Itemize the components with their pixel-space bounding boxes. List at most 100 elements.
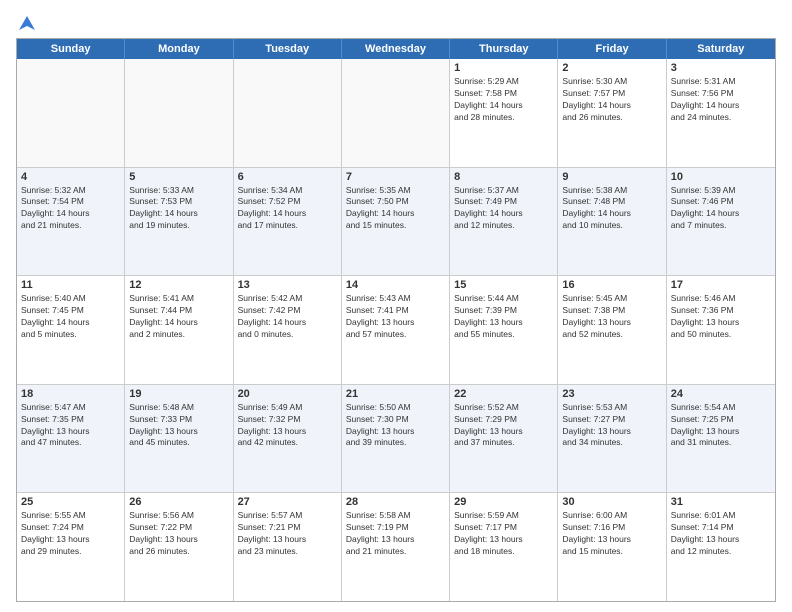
day-info: Sunrise: 5:32 AM Sunset: 7:54 PM Dayligh… — [21, 185, 120, 233]
day-cell-4: 4 Sunrise: 5:32 AM Sunset: 7:54 PM Daylig… — [17, 168, 125, 276]
day-cell-2: 2 Sunrise: 5:30 AM Sunset: 7:57 PM Daylig… — [558, 59, 666, 167]
day-cell-17: 17 Sunrise: 5:46 AM Sunset: 7:36 PM Dayli… — [667, 276, 775, 384]
calendar-header: SundayMondayTuesdayWednesdayThursdayFrid… — [17, 39, 775, 59]
day-info: Sunrise: 5:40 AM Sunset: 7:45 PM Dayligh… — [21, 293, 120, 341]
day-number: 29 — [454, 496, 553, 508]
day-number: 13 — [238, 279, 337, 291]
header-day-sunday: Sunday — [17, 39, 125, 59]
header-day-monday: Monday — [125, 39, 233, 59]
day-cell-18: 18Sunrise: 5:47 AM Sunset: 7:35 PM Dayli… — [17, 385, 125, 493]
day-cell-27: 27Sunrise: 5:57 AM Sunset: 7:21 PM Dayli… — [234, 493, 342, 601]
day-number: 6 — [238, 171, 337, 183]
day-info: Sunrise: 5:47 AM Sunset: 7:35 PM Dayligh… — [21, 402, 120, 450]
day-number: 7 — [346, 171, 445, 183]
header-day-wednesday: Wednesday — [342, 39, 450, 59]
day-info: Sunrise: 5:46 AM Sunset: 7:36 PM Dayligh… — [671, 293, 771, 341]
day-number: 15 — [454, 279, 553, 291]
day-info: Sunrise: 5:52 AM Sunset: 7:29 PM Dayligh… — [454, 402, 553, 450]
day-number: 31 — [671, 496, 771, 508]
day-cell-13: 13 Sunrise: 5:42 AM Sunset: 7:42 PM Dayli… — [234, 276, 342, 384]
day-cell-11: 11 Sunrise: 5:40 AM Sunset: 7:45 PM Dayli… — [17, 276, 125, 384]
page: SundayMondayTuesdayWednesdayThursdayFrid… — [0, 0, 792, 612]
logo — [16, 16, 37, 30]
day-cell-20: 20 Sunrise: 5:49 AM Sunset: 7:32 PM Dayli… — [234, 385, 342, 493]
header-day-saturday: Saturday — [667, 39, 775, 59]
day-cell-5: 5 Sunrise: 5:33 AM Sunset: 7:53 PM Daylig… — [125, 168, 233, 276]
day-info: Sunrise: 5:35 AM Sunset: 7:50 PM Dayligh… — [346, 185, 445, 233]
day-info: Sunrise: 5:56 AM Sunset: 7:22 PM Dayligh… — [129, 510, 228, 558]
day-cell-30: 30 Sunrise: 6:00 AM Sunset: 7:16 PM Dayli… — [558, 493, 666, 601]
day-number: 1 — [454, 62, 553, 74]
day-number: 5 — [129, 171, 228, 183]
day-cell-9: 9 Sunrise: 5:38 AM Sunset: 7:48 PM Daylig… — [558, 168, 666, 276]
day-number: 8 — [454, 171, 553, 183]
day-number: 26 — [129, 496, 228, 508]
calendar-row-2: 11 Sunrise: 5:40 AM Sunset: 7:45 PM Dayli… — [17, 276, 775, 385]
day-cell-23: 23Sunrise: 5:53 AM Sunset: 7:27 PM Dayli… — [558, 385, 666, 493]
day-info: Sunrise: 5:30 AM Sunset: 7:57 PM Dayligh… — [562, 76, 661, 124]
day-number: 17 — [671, 279, 771, 291]
day-info: Sunrise: 5:58 AM Sunset: 7:19 PM Dayligh… — [346, 510, 445, 558]
empty-cell — [125, 59, 233, 167]
day-info: Sunrise: 6:00 AM Sunset: 7:16 PM Dayligh… — [562, 510, 661, 558]
day-number: 3 — [671, 62, 771, 74]
day-number: 25 — [21, 496, 120, 508]
header-day-tuesday: Tuesday — [234, 39, 342, 59]
day-cell-15: 15Sunrise: 5:44 AM Sunset: 7:39 PM Dayli… — [450, 276, 558, 384]
logo-bird-icon — [17, 14, 37, 34]
day-cell-8: 8 Sunrise: 5:37 AM Sunset: 7:49 PM Daylig… — [450, 168, 558, 276]
day-cell-22: 22Sunrise: 5:52 AM Sunset: 7:29 PM Dayli… — [450, 385, 558, 493]
day-info: Sunrise: 5:31 AM Sunset: 7:56 PM Dayligh… — [671, 76, 771, 124]
day-cell-28: 28 Sunrise: 5:58 AM Sunset: 7:19 PM Dayli… — [342, 493, 450, 601]
day-cell-21: 21 Sunrise: 5:50 AM Sunset: 7:30 PM Dayli… — [342, 385, 450, 493]
day-info: Sunrise: 5:41 AM Sunset: 7:44 PM Dayligh… — [129, 293, 228, 341]
empty-cell — [234, 59, 342, 167]
day-number: 4 — [21, 171, 120, 183]
day-info: Sunrise: 5:45 AM Sunset: 7:38 PM Dayligh… — [562, 293, 661, 341]
day-info: Sunrise: 5:38 AM Sunset: 7:48 PM Dayligh… — [562, 185, 661, 233]
day-number: 2 — [562, 62, 661, 74]
day-cell-7: 7 Sunrise: 5:35 AM Sunset: 7:50 PM Daylig… — [342, 168, 450, 276]
header-day-friday: Friday — [558, 39, 666, 59]
day-number: 20 — [238, 388, 337, 400]
calendar: SundayMondayTuesdayWednesdayThursdayFrid… — [16, 38, 776, 602]
day-number: 9 — [562, 171, 661, 183]
day-cell-16: 16 Sunrise: 5:45 AM Sunset: 7:38 PM Dayli… — [558, 276, 666, 384]
day-number: 28 — [346, 496, 445, 508]
day-info: Sunrise: 5:39 AM Sunset: 7:46 PM Dayligh… — [671, 185, 771, 233]
day-number: 10 — [671, 171, 771, 183]
day-info: Sunrise: 5:43 AM Sunset: 7:41 PM Dayligh… — [346, 293, 445, 341]
calendar-row-4: 25 Sunrise: 5:55 AM Sunset: 7:24 PM Dayli… — [17, 493, 775, 601]
day-info: Sunrise: 6:01 AM Sunset: 7:14 PM Dayligh… — [671, 510, 771, 558]
day-number: 11 — [21, 279, 120, 291]
day-cell-29: 29 Sunrise: 5:59 AM Sunset: 7:17 PM Dayli… — [450, 493, 558, 601]
day-number: 24 — [671, 388, 771, 400]
day-cell-1: 1 Sunrise: 5:29 AM Sunset: 7:58 PM Daylig… — [450, 59, 558, 167]
day-number: 12 — [129, 279, 228, 291]
day-cell-31: 31 Sunrise: 6:01 AM Sunset: 7:14 PM Dayli… — [667, 493, 775, 601]
day-info: Sunrise: 5:48 AM Sunset: 7:33 PM Dayligh… — [129, 402, 228, 450]
day-number: 27 — [238, 496, 337, 508]
day-number: 30 — [562, 496, 661, 508]
calendar-body: 1 Sunrise: 5:29 AM Sunset: 7:58 PM Daylig… — [17, 59, 775, 601]
day-info: Sunrise: 5:37 AM Sunset: 7:49 PM Dayligh… — [454, 185, 553, 233]
day-number: 21 — [346, 388, 445, 400]
day-cell-3: 3 Sunrise: 5:31 AM Sunset: 7:56 PM Daylig… — [667, 59, 775, 167]
day-number: 23 — [562, 388, 661, 400]
day-info: Sunrise: 5:59 AM Sunset: 7:17 PM Dayligh… — [454, 510, 553, 558]
header — [16, 16, 776, 30]
day-number: 16 — [562, 279, 661, 291]
day-cell-10: 10 Sunrise: 5:39 AM Sunset: 7:46 PM Dayli… — [667, 168, 775, 276]
day-info: Sunrise: 5:42 AM Sunset: 7:42 PM Dayligh… — [238, 293, 337, 341]
day-info: Sunrise: 5:33 AM Sunset: 7:53 PM Dayligh… — [129, 185, 228, 233]
day-info: Sunrise: 5:29 AM Sunset: 7:58 PM Dayligh… — [454, 76, 553, 124]
day-info: Sunrise: 5:50 AM Sunset: 7:30 PM Dayligh… — [346, 402, 445, 450]
empty-cell — [17, 59, 125, 167]
day-info: Sunrise: 5:49 AM Sunset: 7:32 PM Dayligh… — [238, 402, 337, 450]
day-cell-24: 24 Sunrise: 5:54 AM Sunset: 7:25 PM Dayli… — [667, 385, 775, 493]
day-cell-14: 14Sunrise: 5:43 AM Sunset: 7:41 PM Dayli… — [342, 276, 450, 384]
day-info: Sunrise: 5:55 AM Sunset: 7:24 PM Dayligh… — [21, 510, 120, 558]
day-info: Sunrise: 5:54 AM Sunset: 7:25 PM Dayligh… — [671, 402, 771, 450]
empty-cell — [342, 59, 450, 167]
day-cell-6: 6Sunrise: 5:34 AM Sunset: 7:52 PM Daylig… — [234, 168, 342, 276]
